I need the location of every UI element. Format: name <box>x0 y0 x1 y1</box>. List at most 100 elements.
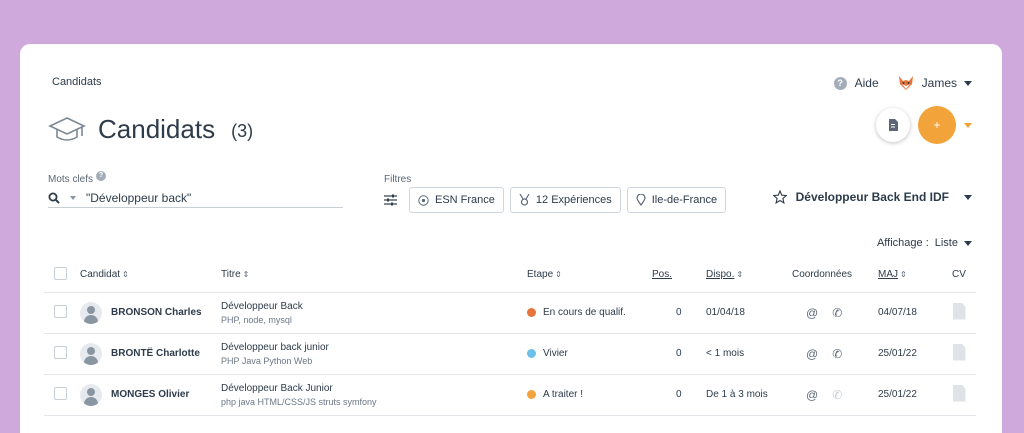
filter-chip-experience[interactable]: 12 Expériences <box>509 187 621 213</box>
header-availability[interactable]: Dispo. ⇕ <box>706 258 792 293</box>
header-label: Pos. <box>652 269 673 281</box>
breadcrumb[interactable]: Candidats <box>52 76 102 88</box>
candidate-title: Développeur Back Junior <box>221 382 333 394</box>
pos-value: 0 <box>676 307 682 318</box>
add-candidate-button[interactable]: + <box>918 106 956 144</box>
pos-value: 0 <box>676 389 682 400</box>
person-icon <box>80 342 102 365</box>
cv-cell <box>942 292 976 334</box>
candidates-table: Candidat ⇕ Titre ⇕ Etape ⇕ Pos. Dispo. ⇕ Coo… <box>44 258 976 416</box>
candidate-cell: MONGES Olivier <box>80 374 221 416</box>
person-icon <box>80 383 102 406</box>
title-cell: Développeur back junior PHP Java Python W… <box>221 333 527 375</box>
contact-cell: @ ✆ <box>792 333 878 375</box>
search-icon <box>48 192 60 204</box>
header-label: Dispo. <box>706 269 735 281</box>
filter-chip-location[interactable]: Ile-de-France <box>626 187 727 213</box>
display-value: Liste <box>934 237 958 249</box>
display-label: Affichage : <box>876 237 929 249</box>
keywords-search-field[interactable]: "Développeur back" <box>48 188 343 208</box>
display-mode-selector[interactable]: Affichage : Liste <box>877 237 972 249</box>
sort-icon: ⇕ <box>736 270 744 280</box>
help-link[interactable]: ? Aide <box>833 76 879 90</box>
at-icon[interactable]: @ <box>806 306 818 320</box>
header-label: Titre <box>221 269 241 281</box>
cv-document-icon[interactable] <box>952 384 966 402</box>
filter-chip-esn[interactable]: ESN France <box>409 187 504 213</box>
candidate-name[interactable]: MONGES Olivier <box>111 389 189 400</box>
candidate-skills: PHP Java Python Web <box>221 355 313 366</box>
sort-icon: ⇕ <box>900 270 907 280</box>
candidate-name[interactable]: BRONSON Charles <box>111 307 202 318</box>
cv-document-icon[interactable] <box>952 302 966 320</box>
row-select-cell <box>44 374 80 416</box>
question-icon: ? <box>833 76 847 90</box>
keywords-help-icon[interactable]: ? <box>96 170 107 181</box>
updated-value: 25/01/22 <box>878 389 917 400</box>
table-row[interactable]: BRONTË Charlotte Développeur back junior… <box>44 333 976 375</box>
header-updated[interactable]: MAJ ⇕ <box>878 258 942 293</box>
header-candidate[interactable]: Candidat ⇕ <box>80 258 221 293</box>
availability-value: De 1 à 3 mois <box>706 389 768 400</box>
header-label: MAJ <box>878 269 898 281</box>
page-title: Candidats <box>98 114 216 144</box>
add-menu-chevron-icon[interactable] <box>964 122 972 128</box>
chevron-down-icon <box>964 80 972 86</box>
at-icon[interactable]: @ <box>806 347 818 361</box>
row-checkbox[interactable] <box>54 345 67 359</box>
updated-cell: 04/07/18 <box>878 292 942 334</box>
candidate-count: (3) <box>231 121 254 141</box>
table-row[interactable]: BRONSON Charles Développeur Back PHP, nod… <box>44 292 976 334</box>
header-title[interactable]: Titre ⇕ <box>221 258 527 293</box>
table-header-row: Candidat ⇕ Titre ⇕ Etape ⇕ Pos. Dispo. ⇕ Coo… <box>44 258 976 293</box>
sort-icon: ⇕ <box>555 270 562 280</box>
user-name: James <box>921 76 957 90</box>
medal-icon <box>519 194 530 206</box>
candidate-skills: PHP, node, mysql <box>221 314 292 325</box>
filter-chip-label: ESN France <box>435 194 495 206</box>
filter-chip-label: Ile-de-France <box>651 194 718 206</box>
stage-label: A traiter ! <box>543 389 584 400</box>
header-stage[interactable]: Etape ⇕ <box>527 258 652 293</box>
keywords-input[interactable]: "Développeur back" <box>86 191 191 205</box>
header-pos[interactable]: Pos. <box>652 258 706 293</box>
stage-cell[interactable]: A traiter ! <box>527 374 652 416</box>
search-mode-chevron-icon[interactable] <box>70 195 76 200</box>
stage-cell[interactable]: Vivier <box>527 333 652 375</box>
keywords-label-text: Mots clefs <box>48 174 94 185</box>
select-all-checkbox[interactable] <box>54 266 67 280</box>
phone-icon[interactable]: ✆ <box>832 306 842 320</box>
phone-icon[interactable]: ✆ <box>832 347 842 361</box>
contact-cell: @ ✆ <box>792 374 878 416</box>
export-button[interactable] <box>876 108 910 142</box>
filter-sliders-icon[interactable] <box>384 194 397 206</box>
candidate-title: Développeur back junior <box>221 341 329 353</box>
header-select-all <box>44 258 80 293</box>
at-icon[interactable]: @ <box>806 388 818 402</box>
person-icon <box>80 301 102 324</box>
cv-document-icon[interactable] <box>952 343 966 361</box>
candidate-skills: php java HTML/CSS/JS struts symfony <box>221 396 377 407</box>
candidate-cell: BRONTË Charlotte <box>80 333 221 375</box>
keywords-label: Mots clefs ? <box>48 170 107 185</box>
candidate-name[interactable]: BRONTË Charlotte <box>111 348 200 359</box>
stage-cell[interactable]: En cours de qualif. <box>527 292 652 334</box>
availability-value: 01/04/18 <box>706 307 745 318</box>
filters-bar: ESN France 12 Expériences Ile-de-France <box>384 187 727 213</box>
location-icon <box>636 194 646 206</box>
row-select-cell <box>44 333 80 375</box>
stage-dot <box>527 349 536 358</box>
title-cell: Développeur Back Junior php java HTML/CSS… <box>221 374 527 416</box>
table-row[interactable]: MONGES Olivier Développeur Back Junior ph… <box>44 374 976 416</box>
header-label: Coordonnées <box>792 269 853 281</box>
row-checkbox[interactable] <box>54 386 67 400</box>
top-right-nav: ? Aide James <box>833 74 972 92</box>
cv-cell <box>942 333 976 375</box>
filter-chip-label: 12 Expériences <box>535 194 612 206</box>
row-checkbox[interactable] <box>54 304 67 318</box>
stage-dot <box>527 308 536 317</box>
updated-cell: 25/01/22 <box>878 374 942 416</box>
saved-search-selector[interactable]: Développeur Back End IDF <box>772 190 972 204</box>
user-menu[interactable]: James <box>897 74 972 92</box>
chevron-down-icon <box>964 240 972 246</box>
